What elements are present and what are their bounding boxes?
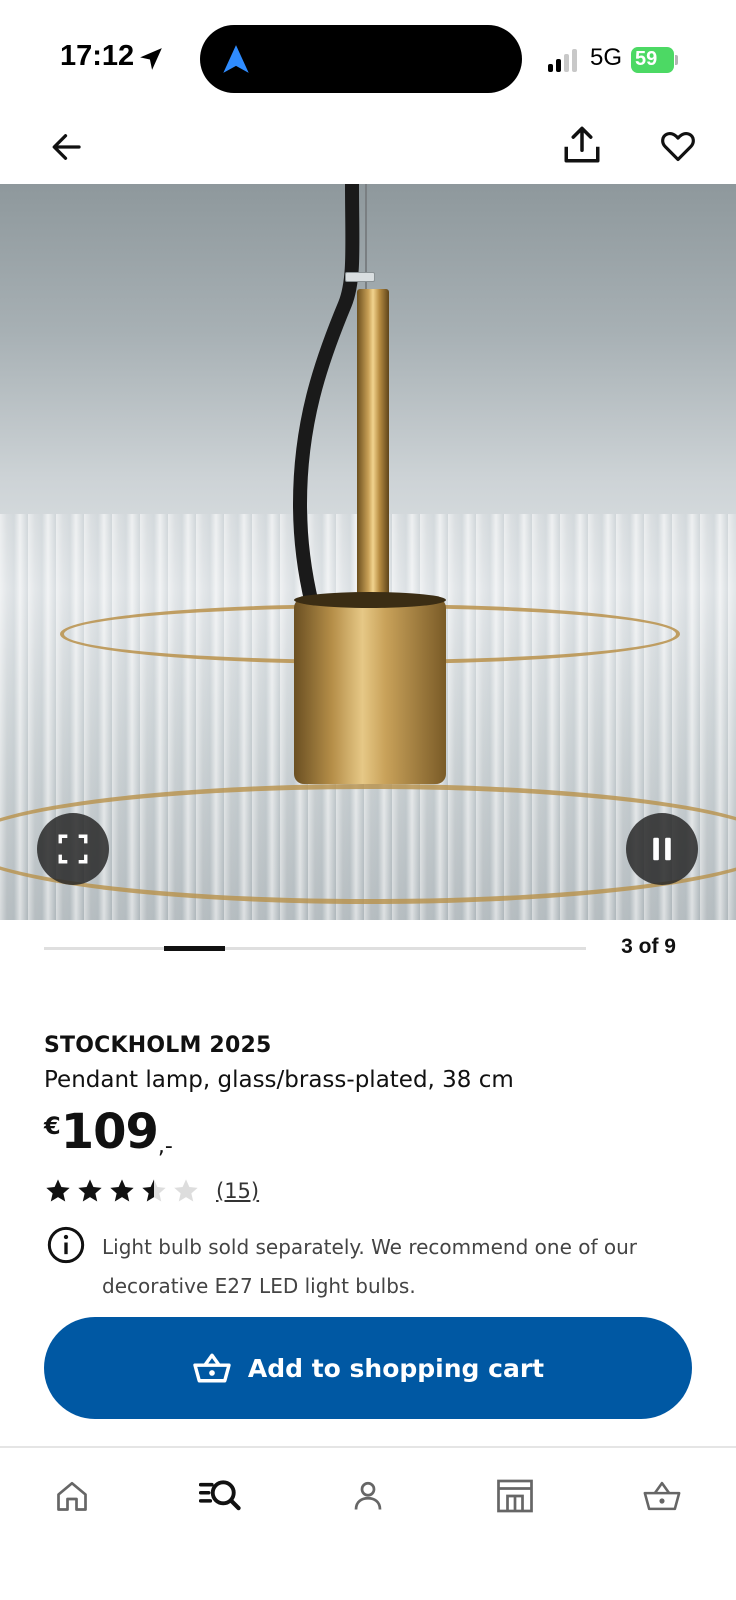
signal-icon [548,48,582,72]
product-rating[interactable]: (15) [44,1176,259,1206]
status-bar: 17:12 5G 59 [0,0,736,110]
product-photo-socket [294,598,446,784]
price-currency: € [44,1112,61,1140]
price-integer: 109 [60,1104,159,1160]
gallery-counter: 3 of 9 [621,935,676,958]
add-to-cart-button[interactable]: Add to shopping cart [44,1317,692,1419]
back-button[interactable] [44,124,90,170]
tab-store[interactable] [491,1472,539,1520]
person-icon [354,1481,382,1510]
fullscreen-icon [58,834,88,864]
arrow-left-icon [52,134,81,160]
battery-percent: 59 [635,48,658,70]
info-icon [47,1226,85,1264]
heart-icon [661,131,695,162]
search-menu-icon [199,1480,241,1511]
star-icon [174,1179,198,1202]
product-description: Pendant lamp, glass/brass-plated, 38 cm [44,1067,514,1093]
share-button[interactable] [558,120,606,170]
product-image-gallery[interactable] [0,184,736,920]
gallery-progress-thumb [164,946,225,951]
pause-icon [653,837,671,861]
product-name: STOCKHOLM 2025 [44,1033,272,1058]
tab-search[interactable] [196,1472,244,1520]
add-to-cart-label: Add to shopping cart [247,1353,545,1383]
fullscreen-button[interactable] [37,813,109,885]
dynamic-island [200,25,522,93]
tab-profile[interactable] [344,1472,392,1520]
review-count-link[interactable]: (15) [216,1179,259,1203]
product-price: € 109 ,- [44,1104,173,1160]
star-icon [46,1179,70,1202]
product-photo-clip [345,272,375,282]
battery-charging-icon: 59 [631,47,678,73]
status-time: 17:12 [60,40,135,72]
star-icon [110,1179,134,1202]
tab-cart[interactable] [638,1472,686,1520]
bulb-info-note: Light bulb sold separately. We recommend… [102,1235,637,1298]
top-nav [0,110,736,184]
tab-home[interactable] [48,1472,96,1520]
home-icon [57,1481,87,1511]
location-arrow-icon [140,48,162,70]
product-photo-socket-top [294,592,446,608]
shopping-basket-icon [193,1353,231,1383]
store-icon [497,1479,533,1513]
share-icon [564,126,600,163]
gallery-progress-bar [44,946,586,951]
shopping-basket-icon [643,1481,681,1511]
network-type: 5G [590,44,623,71]
rating-stars [44,1177,204,1205]
navigation-app-icon [223,45,249,73]
pause-button[interactable] [626,813,698,885]
favourite-button[interactable] [654,122,702,170]
price-decimal: ,- [157,1134,173,1159]
star-icon [142,1179,166,1202]
star-icon [78,1179,102,1202]
bottom-tab-bar [0,1446,736,1600]
product-photo-rod [357,289,389,604]
